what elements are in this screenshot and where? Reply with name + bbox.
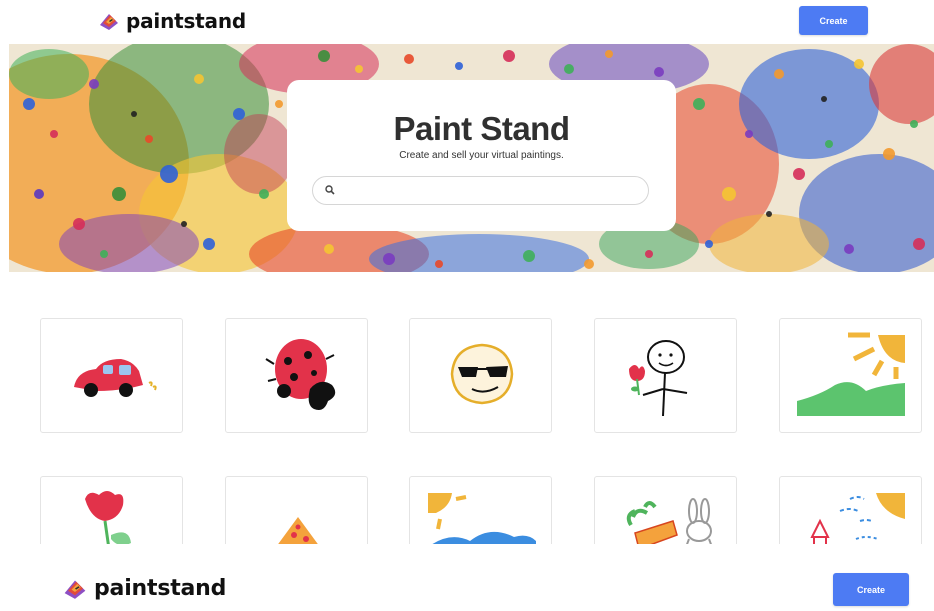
brand-name: paintstand [94, 576, 227, 601]
colorful-sketch-painting [810, 493, 905, 544]
painting-gallery [0, 272, 934, 544]
search-icon [325, 185, 335, 195]
ladybug-painting [265, 339, 336, 410]
logo-icon [64, 580, 86, 599]
painting-card-red-tulip[interactable] [40, 476, 183, 544]
brand-name: paintstand [126, 9, 246, 33]
hero-banner: Paint Stand Create and sell your virtual… [9, 44, 934, 272]
footer-logo[interactable]: paintstand [62, 576, 226, 601]
painting-card-sunglasses-face[interactable] [409, 318, 552, 433]
logo-icon [100, 14, 118, 30]
hero-subtitle: Create and sell your virtual paintings. [399, 150, 564, 161]
stick-figure-with-flower-painting [629, 340, 688, 417]
header-logo[interactable]: paintstand [98, 9, 246, 33]
painting-card-pizza[interactable] [225, 476, 368, 544]
sun-over-hills-painting [797, 332, 905, 416]
painting-card-carrot-bunny[interactable] [594, 476, 737, 544]
create-button[interactable]: Create [833, 573, 909, 606]
painting-card-red-car[interactable] [40, 318, 183, 433]
painting-card-colorful-sketch[interactable] [779, 476, 922, 544]
search-bar[interactable] [312, 176, 649, 205]
red-tulip-painting [85, 491, 131, 544]
hero-title: Paint Stand [393, 110, 570, 147]
carrot-and-bunny-painting [626, 498, 712, 544]
painting-card-sun-hills[interactable] [779, 318, 922, 433]
painting-card-ladybug[interactable] [225, 318, 368, 433]
painting-card-stick-figure[interactable] [594, 318, 737, 433]
search-input[interactable] [341, 181, 635, 203]
painting-card-sun-blue-hills[interactable] [409, 476, 552, 544]
pizza-slice-painting [278, 517, 318, 544]
hero-card: Paint Stand Create and sell your virtual… [287, 80, 676, 231]
create-button[interactable]: Create [799, 6, 868, 35]
red-car-painting [74, 359, 157, 397]
sun-over-blue-hills-painting [428, 493, 536, 544]
sunglasses-face-painting [450, 343, 514, 405]
